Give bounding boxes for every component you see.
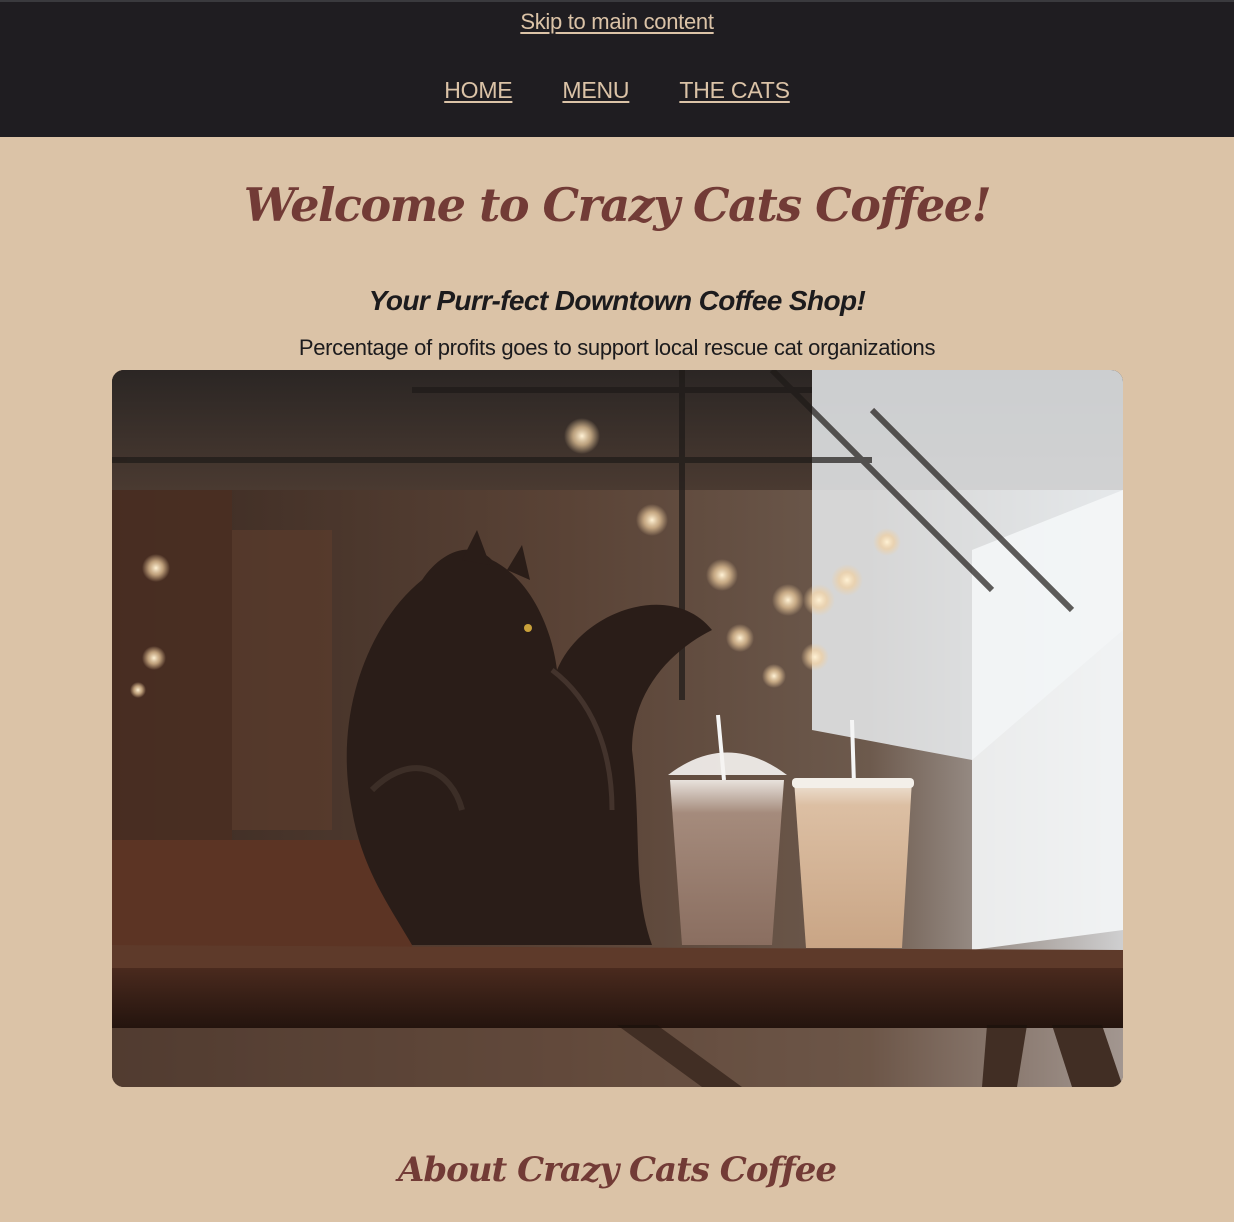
nav-the-cats-link[interactable]: THE CATS — [679, 77, 790, 104]
hero-tagline: Your Purr-fect Downtown Coffee Shop! — [368, 285, 866, 316]
hero-subline: Percentage of profits goes to support lo… — [298, 335, 936, 360]
site-header: Skip to main content HOME MENU THE CATS — [0, 0, 1234, 137]
nav-home-link[interactable]: HOME — [444, 77, 512, 104]
skip-to-main-link[interactable]: Skip to main content — [520, 9, 714, 34]
nav-menu-link[interactable]: MENU — [562, 77, 629, 104]
main-nav: HOME MENU THE CATS — [0, 77, 1234, 104]
hero-image — [112, 370, 1123, 1087]
cat-cafe-photo — [112, 370, 1123, 1087]
about-heading: About Crazy Cats Coffee — [397, 1150, 837, 1190]
page-title: Welcome to Crazy Cats Coffee! — [243, 178, 992, 232]
skip-link-wrapper: Skip to main content — [0, 9, 1234, 35]
